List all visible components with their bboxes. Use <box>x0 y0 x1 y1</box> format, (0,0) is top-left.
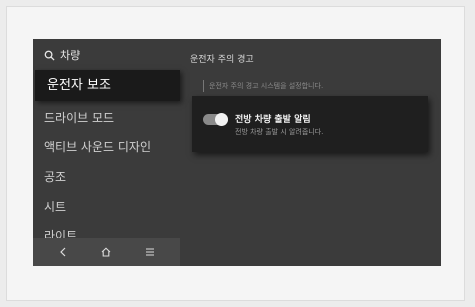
content-section-description: 운전자 주의 경고 시스템을 설정합니다. <box>209 82 324 90</box>
toggle-knob <box>215 113 228 126</box>
search-icon <box>44 50 55 61</box>
bottom-nav-bar <box>33 238 180 266</box>
home-button[interactable] <box>96 242 116 262</box>
back-button[interactable] <box>53 242 73 262</box>
menu-button[interactable] <box>140 242 160 262</box>
setting-popup: 전방 차량 출발 알림 전방 차량 출발 시 알려줍니다. <box>192 96 428 152</box>
popup-title: 전방 차량 출발 알림 <box>235 115 311 125</box>
sidebar-item-drive-mode[interactable]: 드라이브 모드 <box>44 109 114 127</box>
home-icon <box>102 247 111 257</box>
sidebar-item-climate[interactable]: 공조 <box>44 168 66 186</box>
toggle-switch[interactable] <box>203 113 228 126</box>
content-section-title: 운전자 주의 경고 <box>190 55 254 65</box>
sidebar-item-driver-assist[interactable]: 운전자 보조 <box>35 70 180 101</box>
infotainment-screen: 차량 운전자 보조 드라이브 모드 액티브 사운드 디자인 공조 시트 라이트 <box>33 39 441 266</box>
popup-description: 전방 차량 출발 시 알려줍니다. <box>235 128 324 136</box>
back-icon <box>59 247 66 257</box>
sidebar-item-seat[interactable]: 시트 <box>44 198 66 216</box>
search-label: 차량 <box>60 49 81 62</box>
sidebar: 차량 운전자 보조 드라이브 모드 액티브 사운드 디자인 공조 시트 라이트 <box>33 39 180 266</box>
menu-icon <box>146 248 155 256</box>
search-bar[interactable]: 차량 <box>44 47 80 63</box>
sidebar-item-active-sound-design[interactable]: 액티브 사운드 디자인 <box>44 138 151 156</box>
divider <box>203 80 204 92</box>
